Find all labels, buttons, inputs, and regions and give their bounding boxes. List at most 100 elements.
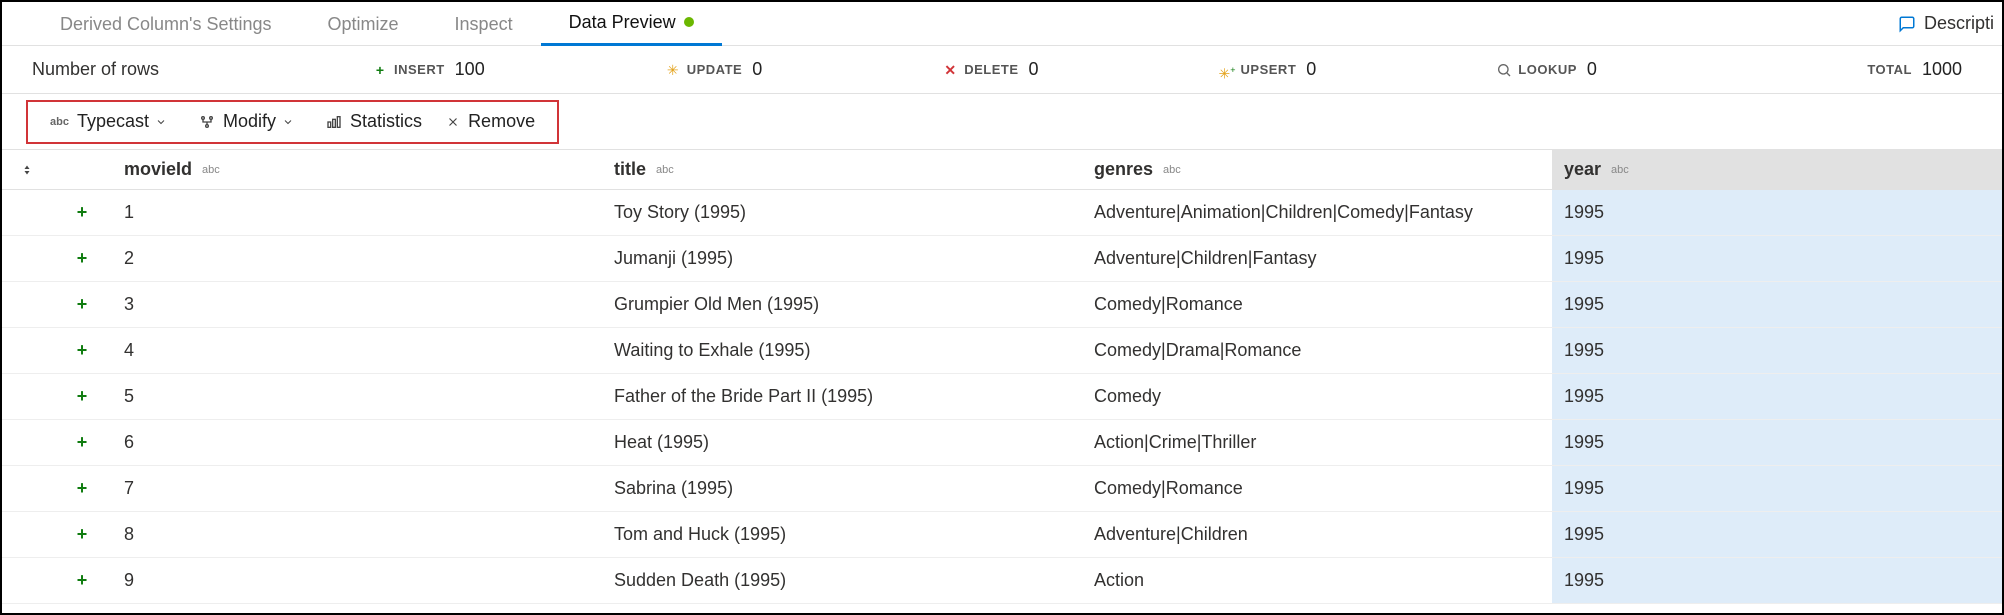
button-label: Statistics bbox=[350, 111, 422, 132]
column-header-movieid[interactable]: movieId abc bbox=[112, 150, 602, 189]
stat-lookup: LOOKUP 0 bbox=[1496, 59, 1597, 80]
tab-label: Data Preview bbox=[569, 0, 676, 44]
add-row-button[interactable]: + bbox=[52, 190, 112, 235]
modify-button[interactable]: Modify bbox=[187, 102, 314, 142]
cell-year: 1995 bbox=[1552, 282, 2002, 327]
asterisk-plus-icon: ✳+ bbox=[1219, 62, 1235, 78]
cell-title: Sudden Death (1995) bbox=[602, 558, 1082, 603]
cell-genres: Action bbox=[1082, 558, 1552, 603]
plus-icon: + bbox=[77, 478, 88, 499]
cell-year: 1995 bbox=[1552, 190, 2002, 235]
cell-movieid: 8 bbox=[112, 512, 602, 557]
tab-label: Inspect bbox=[455, 2, 513, 46]
table-row[interactable]: +4Waiting to Exhale (1995)Comedy|Drama|R… bbox=[2, 328, 2002, 374]
cell-title: Jumanji (1995) bbox=[602, 236, 1082, 281]
cell-title: Toy Story (1995) bbox=[602, 190, 1082, 235]
stat-value: 0 bbox=[1587, 59, 1597, 80]
stat-key: UPDATE bbox=[687, 62, 742, 77]
table-row[interactable]: +5Father of the Bride Part II (1995)Come… bbox=[2, 374, 2002, 420]
stat-update: ✳ UPDATE 0 bbox=[665, 59, 763, 80]
tab-data-preview[interactable]: Data Preview bbox=[541, 2, 722, 46]
type-badge: abc bbox=[202, 164, 220, 176]
type-badge: abc bbox=[656, 164, 674, 176]
add-row-button[interactable]: + bbox=[52, 236, 112, 281]
stat-key: TOTAL bbox=[1867, 62, 1912, 77]
plus-icon: + bbox=[77, 340, 88, 361]
add-row-button[interactable]: + bbox=[52, 558, 112, 603]
add-row-button[interactable]: + bbox=[52, 420, 112, 465]
plus-icon: + bbox=[77, 248, 88, 269]
asterisk-icon: ✳ bbox=[665, 62, 681, 78]
stat-value: 1000 bbox=[1922, 59, 1962, 80]
stat-total: TOTAL 1000 bbox=[1861, 59, 1962, 80]
cell-title: Grumpier Old Men (1995) bbox=[602, 282, 1082, 327]
table-row[interactable]: +2Jumanji (1995)Adventure|Children|Fanta… bbox=[2, 236, 2002, 282]
cell-movieid: 3 bbox=[112, 282, 602, 327]
button-label: Modify bbox=[223, 111, 276, 132]
cell-genres: Adventure|Children|Fantasy bbox=[1082, 236, 1552, 281]
cell-genres: Adventure|Children bbox=[1082, 512, 1552, 557]
add-row-button[interactable]: + bbox=[52, 466, 112, 511]
branch-icon bbox=[199, 114, 215, 130]
expand-cell bbox=[2, 190, 52, 235]
cell-year: 1995 bbox=[1552, 420, 2002, 465]
table-row[interactable]: +7Sabrina (1995)Comedy|Romance1995 bbox=[2, 466, 2002, 512]
expand-cell bbox=[2, 512, 52, 557]
plus-icon: + bbox=[77, 202, 88, 223]
table-row[interactable]: +1Toy Story (1995)Adventure|Animation|Ch… bbox=[2, 190, 2002, 236]
search-icon bbox=[1496, 62, 1512, 78]
cell-genres: Comedy bbox=[1082, 374, 1552, 419]
add-row-button[interactable]: + bbox=[52, 374, 112, 419]
cell-year: 1995 bbox=[1552, 328, 2002, 373]
header-label: movieId bbox=[124, 159, 192, 180]
comment-icon bbox=[1898, 15, 1916, 33]
stat-value: 100 bbox=[455, 59, 485, 80]
cell-year: 1995 bbox=[1552, 236, 2002, 281]
statistics-button[interactable]: Statistics bbox=[314, 102, 434, 142]
add-row-button[interactable]: + bbox=[52, 328, 112, 373]
expand-cell bbox=[2, 466, 52, 511]
tab-optimize[interactable]: Optimize bbox=[300, 2, 427, 46]
table-row[interactable]: +3Grumpier Old Men (1995)Comedy|Romance1… bbox=[2, 282, 2002, 328]
plus-icon: + bbox=[372, 62, 388, 78]
add-row-button[interactable]: + bbox=[52, 512, 112, 557]
cell-year: 1995 bbox=[1552, 512, 2002, 557]
remove-button[interactable]: Remove bbox=[434, 102, 547, 142]
stat-value: 0 bbox=[1306, 59, 1316, 80]
cell-genres: Comedy|Romance bbox=[1082, 282, 1552, 327]
cell-genres: Adventure|Animation|Children|Comedy|Fant… bbox=[1082, 190, 1552, 235]
cell-genres: Comedy|Drama|Romance bbox=[1082, 328, 1552, 373]
column-header-genres[interactable]: genres abc bbox=[1082, 150, 1552, 189]
column-header-year[interactable]: year abc bbox=[1552, 150, 2002, 189]
grid-body: +1Toy Story (1995)Adventure|Animation|Ch… bbox=[2, 190, 2002, 604]
cell-title: Heat (1995) bbox=[602, 420, 1082, 465]
table-row[interactable]: +9Sudden Death (1995)Action1995 bbox=[2, 558, 2002, 604]
column-header-title[interactable]: title abc bbox=[602, 150, 1082, 189]
abc-type-icon: abc bbox=[50, 116, 69, 128]
description-link[interactable]: Descripti bbox=[1898, 13, 2002, 34]
table-row[interactable]: +8Tom and Huck (1995)Adventure|Children1… bbox=[2, 512, 2002, 558]
sort-toggle[interactable] bbox=[2, 150, 52, 189]
tab-derived-column-settings[interactable]: Derived Column's Settings bbox=[32, 2, 300, 46]
stat-key: INSERT bbox=[394, 62, 445, 77]
cell-movieid: 2 bbox=[112, 236, 602, 281]
cell-title: Sabrina (1995) bbox=[602, 466, 1082, 511]
add-row-button[interactable]: + bbox=[52, 282, 112, 327]
cell-year: 1995 bbox=[1552, 466, 2002, 511]
typecast-button[interactable]: abc Typecast bbox=[38, 102, 187, 142]
status-dot-icon bbox=[684, 17, 694, 27]
stat-key: UPSERT bbox=[1241, 62, 1297, 77]
tab-label: Derived Column's Settings bbox=[60, 2, 272, 46]
table-row[interactable]: +6Heat (1995)Action|Crime|Thriller1995 bbox=[2, 420, 2002, 466]
x-icon: ✕ bbox=[942, 62, 958, 78]
tab-inspect[interactable]: Inspect bbox=[427, 2, 541, 46]
header-label: year bbox=[1564, 159, 1601, 180]
expand-cell bbox=[2, 282, 52, 327]
plus-icon: + bbox=[77, 524, 88, 545]
expand-cell bbox=[2, 374, 52, 419]
cell-movieid: 1 bbox=[112, 190, 602, 235]
grid-header: movieId abc title abc genres abc year ab… bbox=[2, 150, 2002, 190]
cell-title: Tom and Huck (1995) bbox=[602, 512, 1082, 557]
stat-value: 0 bbox=[1029, 59, 1039, 80]
stat-key: LOOKUP bbox=[1518, 62, 1577, 77]
